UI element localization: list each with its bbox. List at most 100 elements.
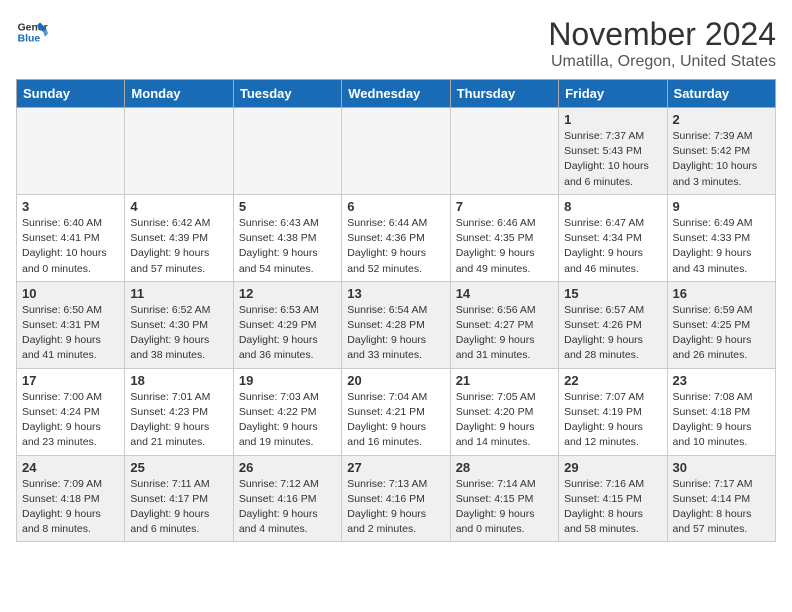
day-info: Sunrise: 6:50 AM Sunset: 4:31 PM Dayligh… — [22, 303, 119, 364]
calendar-table: Sunday Monday Tuesday Wednesday Thursday… — [16, 79, 776, 542]
day-info: Sunrise: 6:57 AM Sunset: 4:26 PM Dayligh… — [564, 303, 661, 364]
day-number: 21 — [456, 373, 553, 388]
calendar-cell: 12 Sunrise: 6:53 AM Sunset: 4:29 PM Dayli… — [233, 281, 341, 368]
col-friday: Friday — [559, 80, 667, 108]
calendar-cell: 9 Sunrise: 6:49 AM Sunset: 4:33 PM Daylig… — [667, 194, 775, 281]
day-info: Sunrise: 7:08 AM Sunset: 4:18 PM Dayligh… — [673, 390, 770, 451]
day-info: Sunrise: 6:49 AM Sunset: 4:33 PM Dayligh… — [673, 216, 770, 277]
day-number: 17 — [22, 373, 119, 388]
calendar-cell: 11 Sunrise: 6:52 AM Sunset: 4:30 PM Dayli… — [125, 281, 233, 368]
calendar-cell — [233, 108, 341, 195]
day-info: Sunrise: 7:16 AM Sunset: 4:15 PM Dayligh… — [564, 477, 661, 538]
day-number: 9 — [673, 199, 770, 214]
calendar-cell: 19 Sunrise: 7:03 AM Sunset: 4:22 PM Dayli… — [233, 368, 341, 455]
day-info: Sunrise: 7:13 AM Sunset: 4:16 PM Dayligh… — [347, 477, 444, 538]
calendar-cell — [125, 108, 233, 195]
calendar-cell — [342, 108, 450, 195]
day-number: 29 — [564, 460, 661, 475]
calendar-week-4: 24Sunrise: 7:09 AM Sunset: 4:18 PM Dayli… — [17, 455, 776, 542]
day-number: 10 — [22, 286, 119, 301]
calendar-cell: 3 Sunrise: 6:40 AM Sunset: 4:41 PM Daylig… — [17, 194, 125, 281]
svg-text:Blue: Blue — [18, 34, 41, 45]
col-thursday: Thursday — [450, 80, 558, 108]
calendar-cell: 18 Sunrise: 7:01 AM Sunset: 4:23 PM Dayli… — [125, 368, 233, 455]
day-number: 1 — [564, 112, 661, 127]
logo: General Blue — [16, 16, 48, 48]
calendar-cell: 25 Sunrise: 7:11 AM Sunset: 4:17 PM Dayli… — [125, 455, 233, 542]
col-sunday: Sunday — [17, 80, 125, 108]
calendar-cell: 4Sunrise: 6:42 AM Sunset: 4:39 PM Daylig… — [125, 194, 233, 281]
calendar-cell: 16 Sunrise: 6:59 AM Sunset: 4:25 PM Dayli… — [667, 281, 775, 368]
day-info: Sunrise: 7:01 AM Sunset: 4:23 PM Dayligh… — [130, 390, 227, 451]
header-row: Sunday Monday Tuesday Wednesday Thursday… — [17, 80, 776, 108]
calendar-cell: 20Sunrise: 7:04 AM Sunset: 4:21 PM Dayli… — [342, 368, 450, 455]
calendar-cell: 23 Sunrise: 7:08 AM Sunset: 4:18 PM Dayli… — [667, 368, 775, 455]
col-monday: Monday — [125, 80, 233, 108]
calendar-cell: 15 Sunrise: 6:57 AM Sunset: 4:26 PM Dayli… — [559, 281, 667, 368]
calendar-cell: 5 Sunrise: 6:43 AM Sunset: 4:38 PM Daylig… — [233, 194, 341, 281]
day-number: 27 — [347, 460, 444, 475]
day-info: Sunrise: 6:52 AM Sunset: 4:30 PM Dayligh… — [130, 303, 227, 364]
calendar-cell: 14Sunrise: 6:56 AM Sunset: 4:27 PM Dayli… — [450, 281, 558, 368]
calendar-cell: 29 Sunrise: 7:16 AM Sunset: 4:15 PM Dayli… — [559, 455, 667, 542]
day-number: 8 — [564, 199, 661, 214]
day-number: 23 — [673, 373, 770, 388]
calendar-cell: 8 Sunrise: 6:47 AM Sunset: 4:34 PM Daylig… — [559, 194, 667, 281]
day-info: Sunrise: 7:37 AM Sunset: 5:43 PM Dayligh… — [564, 129, 661, 190]
day-info: Sunrise: 6:42 AM Sunset: 4:39 PM Dayligh… — [130, 216, 227, 277]
day-number: 18 — [130, 373, 227, 388]
day-info: Sunrise: 6:47 AM Sunset: 4:34 PM Dayligh… — [564, 216, 661, 277]
day-info: Sunrise: 6:40 AM Sunset: 4:41 PM Dayligh… — [22, 216, 119, 277]
calendar-cell: 27 Sunrise: 7:13 AM Sunset: 4:16 PM Dayli… — [342, 455, 450, 542]
calendar-cell: 22Sunrise: 7:07 AM Sunset: 4:19 PM Dayli… — [559, 368, 667, 455]
day-number: 25 — [130, 460, 227, 475]
calendar-cell: 13Sunrise: 6:54 AM Sunset: 4:28 PM Dayli… — [342, 281, 450, 368]
col-saturday: Saturday — [667, 80, 775, 108]
calendar-week-3: 17 Sunrise: 7:00 AM Sunset: 4:24 PM Dayli… — [17, 368, 776, 455]
day-number: 30 — [673, 460, 770, 475]
day-number: 16 — [673, 286, 770, 301]
logo-icon: General Blue — [16, 16, 48, 48]
calendar-week-0: 1 Sunrise: 7:37 AM Sunset: 5:43 PM Daylig… — [17, 108, 776, 195]
title-area: November 2024 Umatilla, Oregon, United S… — [548, 16, 776, 71]
day-info: Sunrise: 6:59 AM Sunset: 4:25 PM Dayligh… — [673, 303, 770, 364]
calendar-cell: 17 Sunrise: 7:00 AM Sunset: 4:24 PM Dayli… — [17, 368, 125, 455]
day-info: Sunrise: 6:44 AM Sunset: 4:36 PM Dayligh… — [347, 216, 444, 277]
calendar-cell: 24Sunrise: 7:09 AM Sunset: 4:18 PM Dayli… — [17, 455, 125, 542]
calendar-week-2: 10 Sunrise: 6:50 AM Sunset: 4:31 PM Dayli… — [17, 281, 776, 368]
calendar-cell — [17, 108, 125, 195]
day-number: 15 — [564, 286, 661, 301]
calendar-cell: 21Sunrise: 7:05 AM Sunset: 4:20 PM Dayli… — [450, 368, 558, 455]
day-info: Sunrise: 7:12 AM Sunset: 4:16 PM Dayligh… — [239, 477, 336, 538]
calendar-cell: 26Sunrise: 7:12 AM Sunset: 4:16 PM Dayli… — [233, 455, 341, 542]
day-info: Sunrise: 6:46 AM Sunset: 4:35 PM Dayligh… — [456, 216, 553, 277]
calendar-cell — [450, 108, 558, 195]
day-number: 28 — [456, 460, 553, 475]
calendar-cell: 30 Sunrise: 7:17 AM Sunset: 4:14 PM Dayli… — [667, 455, 775, 542]
day-info: Sunrise: 6:53 AM Sunset: 4:29 PM Dayligh… — [239, 303, 336, 364]
day-number: 12 — [239, 286, 336, 301]
calendar-cell: 10 Sunrise: 6:50 AM Sunset: 4:31 PM Dayli… — [17, 281, 125, 368]
calendar-cell: 7 Sunrise: 6:46 AM Sunset: 4:35 PM Daylig… — [450, 194, 558, 281]
day-number: 22 — [564, 373, 661, 388]
day-info: Sunrise: 7:14 AM Sunset: 4:15 PM Dayligh… — [456, 477, 553, 538]
day-number: 5 — [239, 199, 336, 214]
location-title: Umatilla, Oregon, United States — [548, 53, 776, 71]
calendar-week-1: 3 Sunrise: 6:40 AM Sunset: 4:41 PM Daylig… — [17, 194, 776, 281]
calendar-cell: 6 Sunrise: 6:44 AM Sunset: 4:36 PM Daylig… — [342, 194, 450, 281]
day-info: Sunrise: 7:00 AM Sunset: 4:24 PM Dayligh… — [22, 390, 119, 451]
day-number: 2 — [673, 112, 770, 127]
col-wednesday: Wednesday — [342, 80, 450, 108]
day-info: Sunrise: 7:11 AM Sunset: 4:17 PM Dayligh… — [130, 477, 227, 538]
day-info: Sunrise: 6:43 AM Sunset: 4:38 PM Dayligh… — [239, 216, 336, 277]
day-info: Sunrise: 7:03 AM Sunset: 4:22 PM Dayligh… — [239, 390, 336, 451]
day-number: 6 — [347, 199, 444, 214]
day-info: Sunrise: 7:17 AM Sunset: 4:14 PM Dayligh… — [673, 477, 770, 538]
page-header: General Blue November 2024 Umatilla, Ore… — [16, 16, 776, 71]
day-number: 19 — [239, 373, 336, 388]
day-number: 7 — [456, 199, 553, 214]
day-number: 11 — [130, 286, 227, 301]
day-number: 20 — [347, 373, 444, 388]
day-number: 3 — [22, 199, 119, 214]
day-info: Sunrise: 6:54 AM Sunset: 4:28 PM Dayligh… — [347, 303, 444, 364]
